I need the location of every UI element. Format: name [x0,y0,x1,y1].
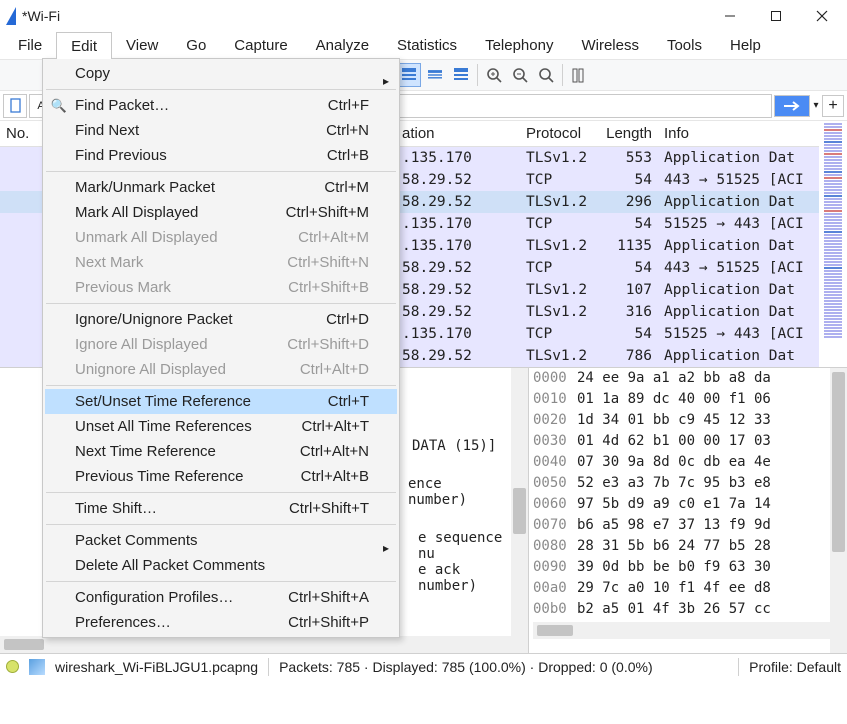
separator [562,64,563,86]
menu-next-mark[interactable]: Next MarkCtrl+Shift+N [45,250,397,275]
details-scrollbar[interactable] [511,368,528,653]
hex-row[interactable]: 00b0b2 a5 01 4f 3b 26 57 cc [533,601,830,622]
menu-statistics[interactable]: Statistics [383,32,471,59]
menu-unset-all-refs[interactable]: Unset All Time ReferencesCtrl+Alt+T [45,414,397,439]
menu-find-next[interactable]: Find NextCtrl+N [45,118,397,143]
menu-unignore-all[interactable]: Unignore All DisplayedCtrl+Alt+D [45,357,397,382]
hex-row[interactable]: 008028 31 5b b6 24 77 b5 28 [533,538,830,559]
hex-row[interactable]: 0070b6 a5 98 e7 37 13 f9 9d [533,517,830,538]
separator [477,64,478,86]
menu-bar: File Edit View Go Capture Analyze Statis… [0,32,847,59]
start-capture-icon[interactable] [4,63,28,87]
resize-columns-icon[interactable] [567,63,591,87]
menu-preferences[interactable]: Preferences…Ctrl+Shift+P [45,610,397,635]
col-no[interactable]: No. [0,123,44,144]
filter-dropdown-icon[interactable]: ▾ [812,100,820,111]
apply-filter-button[interactable] [774,95,810,117]
zoom-out-icon[interactable] [508,63,532,87]
hex-row[interactable]: 001001 1a 89 dc 40 00 f1 06 [533,391,830,412]
col-protocol[interactable]: Protocol [520,123,600,144]
menu-find-packet[interactable]: 🔍Find Packet…Ctrl+F [45,93,397,118]
status-counts: Packets: 785 · Displayed: 785 (100.0%) ·… [279,659,728,675]
menu-edit[interactable]: Edit [56,32,112,59]
menu-previous-time-ref[interactable]: Previous Time ReferenceCtrl+Alt+B [45,464,397,489]
menu-mark-packet[interactable]: Mark/Unmark PacketCtrl+M [45,175,397,200]
hex-row[interactable]: 006097 5b d9 a9 c0 e1 7a 14 [533,496,830,517]
zoom-reset-icon[interactable] [534,63,558,87]
menu-go[interactable]: Go [172,32,220,59]
hex-row[interactable]: 005052 e3 a3 7b 7c 95 b3 e8 [533,475,830,496]
status-profile[interactable]: Profile: Default [749,659,841,675]
layout-1-icon[interactable] [397,63,421,87]
menu-mark-all[interactable]: Mark All DisplayedCtrl+Shift+M [45,200,397,225]
menu-tools[interactable]: Tools [653,32,716,59]
wireshark-fin-icon [6,7,16,25]
menu-delete-comments[interactable]: Delete All Packet Comments [45,553,397,578]
window-title: *Wi-Fi [22,8,707,24]
hex-row[interactable]: 004007 30 9a 8d 0c db ea 4e [533,454,830,475]
filter-bookmark-icon[interactable] [3,94,27,118]
menu-ignore-all[interactable]: Ignore All DisplayedCtrl+Shift+D [45,332,397,357]
packet-minimap[interactable] [819,121,847,367]
menu-capture[interactable]: Capture [220,32,301,59]
menu-wireless[interactable]: Wireless [567,32,653,59]
col-info[interactable]: Info [658,123,819,144]
title-bar: *Wi-Fi [0,0,847,32]
menu-analyze[interactable]: Analyze [302,32,383,59]
col-destination[interactable]: ation [402,123,520,144]
menu-ignore-packet[interactable]: Ignore/Unignore PacketCtrl+D [45,307,397,332]
bytes-scrollbar[interactable] [830,368,847,653]
menu-telephony[interactable]: Telephony [471,32,567,59]
close-button[interactable] [799,1,845,31]
hex-row[interactable]: 009039 0d bb be b0 f9 63 30 [533,559,830,580]
zoom-in-icon[interactable] [482,63,506,87]
col-length[interactable]: Length [600,123,658,144]
status-filename: wireshark_Wi-FiBLJGU1.pcapng [55,659,258,675]
menu-packet-comments[interactable]: Packet Comments [45,528,397,553]
minimize-button[interactable] [707,1,753,31]
capture-file-icon[interactable] [29,659,45,675]
menu-unmark-all[interactable]: Unmark All DisplayedCtrl+Alt+M [45,225,397,250]
menu-set-time-reference[interactable]: Set/Unset Time ReferenceCtrl+T [45,389,397,414]
status-bar: wireshark_Wi-FiBLJGU1.pcapng Packets: 78… [0,653,847,679]
menu-find-previous[interactable]: Find PreviousCtrl+B [45,143,397,168]
layout-3-icon[interactable] [449,63,473,87]
search-icon: 🔍 [49,98,69,114]
menu-view[interactable]: View [112,32,172,59]
expert-info-icon[interactable] [6,660,19,673]
menu-config-profiles[interactable]: Configuration Profiles…Ctrl+Shift+A [45,585,397,610]
menu-previous-mark[interactable]: Previous MarkCtrl+Shift+B [45,275,397,300]
menu-next-time-ref[interactable]: Next Time ReferenceCtrl+Alt+N [45,439,397,464]
maximize-button[interactable] [753,1,799,31]
hex-row[interactable]: 00201d 34 01 bb c9 45 12 33 [533,412,830,433]
hex-row[interactable]: 000024 ee 9a a1 a2 bb a8 da [533,370,830,391]
menu-file[interactable]: File [4,32,56,59]
hex-row[interactable]: 003001 4d 62 b1 00 00 17 03 [533,433,830,454]
menu-time-shift[interactable]: Time Shift…Ctrl+Shift+T [45,496,397,521]
packet-bytes-pane[interactable]: 000024 ee 9a a1 a2 bb a8 da001001 1a 89 … [528,368,830,653]
menu-copy[interactable]: Copy [45,61,397,86]
menu-help[interactable]: Help [716,32,775,59]
edit-menu-dropdown: Copy 🔍Find Packet…Ctrl+F Find NextCtrl+N… [42,58,400,638]
add-filter-button[interactable]: + [822,95,844,117]
hex-row[interactable]: 00a029 7c a0 10 f1 4f ee d8 [533,580,830,601]
layout-2-icon[interactable] [423,63,447,87]
